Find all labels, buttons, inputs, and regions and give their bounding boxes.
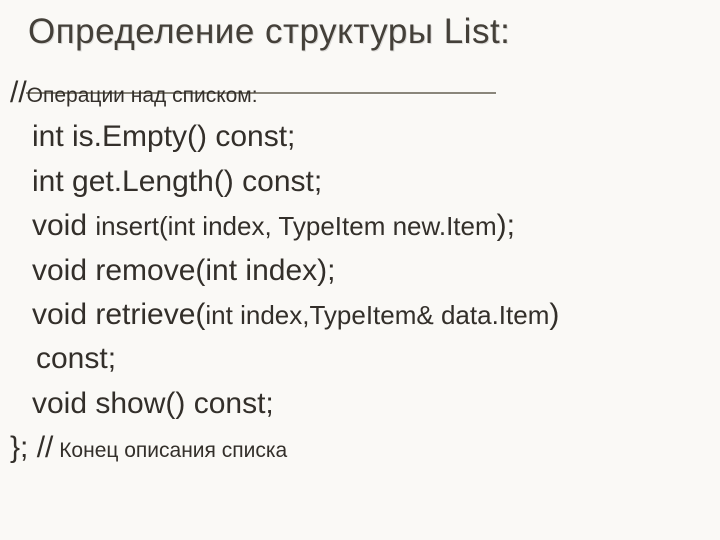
code-line-5c: ) xyxy=(549,298,559,331)
comment-slashes: // xyxy=(10,76,27,109)
code-line-3a: void xyxy=(32,209,95,242)
code-line-3: void insert(int index, TypeItem new.Item… xyxy=(10,207,700,245)
slide-title: Определение структуры List: xyxy=(28,12,510,52)
code-line-8a: }; // xyxy=(10,431,53,464)
code-line-8: }; // Конец описания списка xyxy=(10,429,700,467)
code-line-2: int get.Length() const; xyxy=(10,163,700,201)
code-line-4: void remove(int index); xyxy=(10,252,700,290)
code-line-5a: void retrieve( xyxy=(32,298,205,331)
comment-text: Операции над списком: xyxy=(27,84,258,107)
code-line-6: const; xyxy=(10,340,700,378)
slide: Определение структуры List: //Операции н… xyxy=(0,0,720,540)
code-line-5b: int index,TypeItem& data.Item xyxy=(205,300,549,330)
code-line-7: void show() const; xyxy=(10,385,700,423)
code-line-8b: Конец описания списка xyxy=(53,439,287,462)
comment-line-1: //Операции над списком: xyxy=(10,74,700,112)
code-line-3b: insert(int index, TypeItem new.Item xyxy=(95,211,496,241)
code-line-1: int is.Empty() const; xyxy=(10,118,700,156)
code-block: //Операции над списком: int is.Empty() c… xyxy=(10,68,700,474)
code-line-3c: ); xyxy=(497,209,515,242)
code-line-5: void retrieve(int index,TypeItem& data.I… xyxy=(10,296,700,334)
